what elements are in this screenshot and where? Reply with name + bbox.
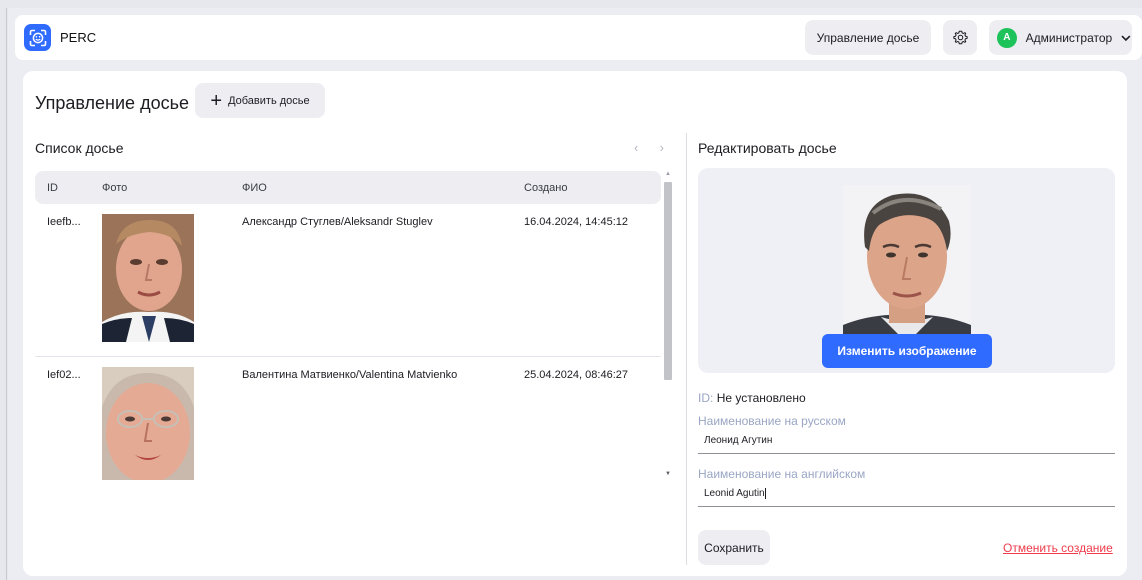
plus-icon: + [210, 89, 223, 112]
main-panel: Управление досье + Добавить досье Список… [23, 71, 1127, 576]
table-row[interactable]: Ieefb... Александр Стуглев/Aleksandr Stu… [35, 205, 661, 355]
chevron-right-icon[interactable]: › [660, 140, 664, 155]
name-en-value: Leonid Agutin [704, 488, 765, 499]
table-row[interactable]: Ief02... Валентина Матвиенко/Valentina M… [35, 358, 661, 488]
dossier-photo [102, 367, 194, 480]
column-header-id[interactable]: ID [47, 182, 58, 194]
list-scrollbar[interactable]: ▲ ▼ [664, 171, 672, 483]
gear-icon [952, 30, 968, 45]
panel-divider [686, 133, 687, 565]
scroll-down-icon[interactable]: ▼ [665, 471, 671, 477]
dossier-photo [102, 214, 194, 342]
list-title: Список досье [35, 140, 124, 156]
row-name: Валентина Матвиенко/Valentina Matvienko [242, 369, 458, 381]
dossier-image [843, 185, 971, 343]
text-caret [764, 488, 766, 499]
row-created: 25.04.2024, 08:46:27 [524, 369, 628, 381]
app-title: PERC [60, 30, 97, 45]
user-menu-button[interactable]: A Администратор [989, 20, 1132, 55]
column-header-photo[interactable]: Фото [102, 182, 127, 194]
chevron-down-icon [1121, 34, 1131, 41]
cancel-creation-link[interactable]: Отменить создание [1003, 541, 1113, 555]
page-title: Управление досье [35, 93, 189, 113]
row-name: Александр Стуглев/Aleksandr Stuglev [242, 216, 433, 228]
row-divider [35, 356, 661, 357]
image-preview-box: Изменить изображение [698, 168, 1115, 373]
top-bar: PERC Управление досье A Администратор [15, 15, 1142, 60]
user-name: Администратор [1025, 30, 1113, 45]
chevron-left-icon[interactable]: ‹ [634, 140, 638, 155]
table-header: ID Фото ФИО Создано [35, 171, 661, 204]
row-id: Ieefb... [47, 216, 81, 228]
scrollbar-thumb[interactable] [664, 182, 672, 380]
column-header-created[interactable]: Создано [524, 182, 567, 194]
dossier-id-line: ID: Не установлено [698, 391, 806, 405]
name-en-label: Наименование на английском [698, 467, 866, 481]
add-dossier-button[interactable]: + Добавить досье [195, 83, 325, 118]
id-value: Не установлено [716, 391, 806, 405]
app-logo-icon[interactable] [24, 24, 51, 51]
window-frame-left [0, 0, 8, 580]
name-en-input[interactable]: Leonid Agutin [698, 481, 1115, 507]
save-button[interactable]: Сохранить [698, 530, 770, 565]
edit-title: Редактировать досье [698, 140, 837, 156]
settings-button[interactable] [943, 20, 977, 55]
row-id: Ief02... [47, 369, 81, 381]
pager: ‹ › [626, 135, 672, 159]
manage-dossiers-button[interactable]: Управление досье [805, 20, 931, 55]
change-image-button[interactable]: Изменить изображение [822, 334, 992, 368]
id-label: ID: [698, 391, 714, 405]
name-ru-input[interactable] [698, 428, 1115, 454]
name-ru-label: Наименование на русском [698, 414, 846, 428]
scroll-up-icon[interactable]: ▲ [665, 171, 671, 177]
row-created: 16.04.2024, 14:45:12 [524, 216, 628, 228]
window-frame-top [0, 0, 1142, 8]
add-dossier-label: Добавить досье [228, 94, 310, 107]
avatar: A [997, 27, 1017, 48]
column-header-name[interactable]: ФИО [242, 182, 267, 194]
